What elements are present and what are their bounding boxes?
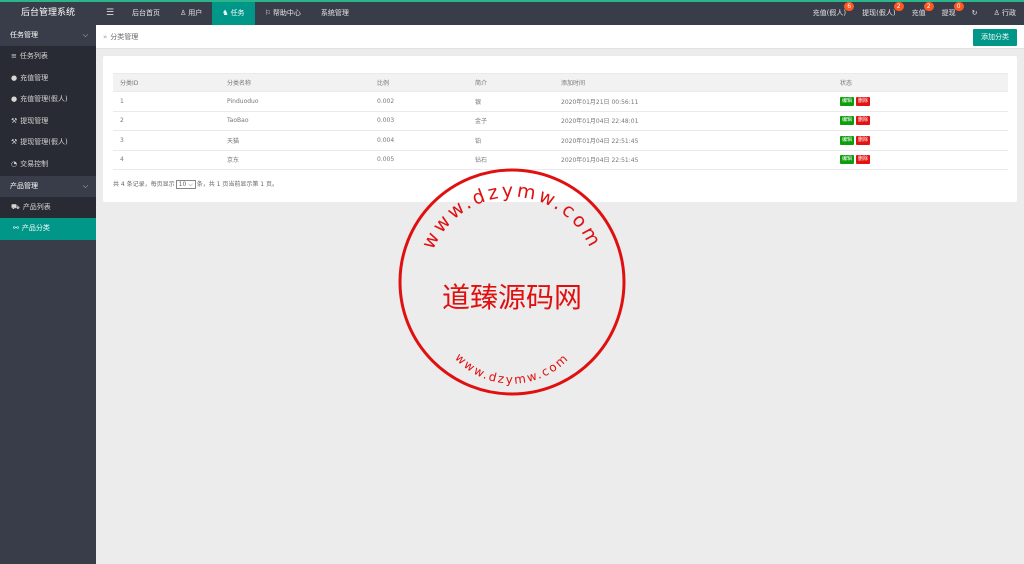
cart-icon: ⛟ (11, 202, 20, 211)
cell-time: 2020年01月04日 22:48:01 (554, 111, 833, 131)
edit-button[interactable]: 编辑 (840, 155, 855, 165)
edit-button[interactable]: 编辑 (840, 96, 855, 106)
nav-item-user[interactable]: ♙ 用户 (170, 2, 212, 25)
column-header: 分类名称 (220, 73, 370, 92)
cell-id: 1 (113, 91, 220, 112)
sidebar-group-product[interactable]: 产品管理 ⌵ (0, 175, 96, 197)
sidebar-item-product-list[interactable]: ⛟ 产品列表 (0, 196, 96, 219)
delete-button[interactable]: 删除 (856, 155, 871, 165)
cell-name: Pinduoduo (220, 91, 370, 112)
edit-button[interactable]: 编辑 (840, 116, 855, 126)
stamp-center-text: 道臻源码网 (442, 281, 582, 314)
sidebar-item-recharge[interactable]: ● 充值管理 (0, 67, 96, 90)
cell-name: 京东 (220, 150, 370, 170)
column-header: 比例 (370, 73, 468, 92)
cell-intro: 银 (468, 91, 554, 112)
breadcrumb-current: 分类管理 (110, 33, 139, 41)
user-icon: ♙ (180, 9, 187, 17)
cell-actions: 编辑 删除 (833, 130, 1008, 151)
delete-button[interactable]: 删除 (856, 96, 871, 106)
count-badge: 6 (844, 2, 855, 11)
table-header-row: 分类ID 分类名称 比例 简介 添加时间 状态 (113, 73, 1008, 92)
list-icon: ≡ (11, 52, 17, 60)
cell-id: 4 (113, 150, 220, 170)
hammer-icon: ⚒ (11, 116, 18, 125)
per-page-select[interactable]: 10 ⌵ (175, 180, 196, 189)
app-title: 后台管理系统 (20, 8, 75, 18)
cell-ratio: 0.002 (370, 91, 468, 112)
delete-button[interactable]: 删除 (856, 135, 871, 145)
add-category-button[interactable]: 添加分类 (973, 29, 1017, 46)
sidebar-item-withdraw-fake[interactable]: ⚒ 提现管理(假人) (0, 132, 96, 154)
count-badge: 2 (923, 2, 934, 11)
breadcrumb-bar: » 分类管理 添加分类 (96, 25, 1024, 49)
sidebar: 任务管理 ⌵ ≡ 任务列表 ● 充值管理 ● 充值管理(假人) ⚒ 提现管理 ⚒ 提现管理(… (0, 25, 96, 564)
refresh-icon[interactable]: ↻ (964, 2, 986, 25)
column-header: 状态 (833, 73, 1008, 92)
stamp-bottom-text: www.dzymw.com (452, 350, 571, 386)
cell-id: 3 (113, 130, 220, 151)
dashboard-icon: ◔ (11, 159, 18, 168)
cell-name: TaoBao (220, 111, 370, 131)
sidebar-item-product-category[interactable]: ⚯ 产品分类 (0, 218, 96, 240)
column-header: 简介 (468, 73, 554, 92)
link-icon: ⚯ (13, 224, 19, 233)
nav-recharge[interactable]: 充值 2 (904, 2, 934, 25)
category-table: 分类ID 分类名称 比例 简介 添加时间 状态 1 Pinduoduo 0.00… (113, 73, 1008, 170)
comment-icon: ● (11, 73, 18, 82)
pagination-info: 共 4 条记录，每页显示 10 ⌵ 条，共 1 页当前显示第 1 页。 (113, 180, 279, 189)
column-header: 分类ID (113, 73, 220, 92)
user-menu[interactable]: ♙ 行政 (985, 2, 1024, 25)
count-badge: 2 (893, 2, 904, 11)
chevron-down-icon: ⌵ (82, 31, 88, 39)
nav-recharge-fake[interactable]: 充值(假人) 6 (805, 2, 855, 25)
top-bar: 后台管理系统 ☰ 后台首页 ♙ 用户 ♞ 任务 ⚐ 帮助中心 系统管理 充值(假人) 6… (0, 0, 1024, 25)
delete-button[interactable]: 删除 (856, 116, 871, 126)
menu-icon[interactable]: ☰ (104, 2, 116, 25)
watermark-stamp: www.dzymw.com 道臻源码网 www.dzymw.com (398, 168, 626, 396)
breadcrumb: » 分类管理 (103, 25, 138, 49)
comment-icon: ● (11, 95, 18, 104)
cell-name: 天猫 (220, 130, 370, 151)
user-icon: ♙ (993, 9, 1002, 17)
sidebar-item-trade-control[interactable]: ◔ 交易控制 (0, 153, 96, 176)
top-nav: 后台首页 ♙ 用户 ♞ 任务 ⚐ 帮助中心 系统管理 (122, 2, 359, 25)
breadcrumb-separator: » (103, 33, 108, 41)
nav-item-task[interactable]: ♞ 任务 (212, 2, 255, 25)
cell-actions: 编辑 删除 (833, 150, 1008, 170)
table-row: 3 天猫 0.004 铂 2020年01月04日 22:51:45 编辑 删除 (113, 130, 1008, 151)
sidebar-item-recharge-fake[interactable]: ● 充值管理(假人) (0, 89, 96, 111)
cell-actions: 编辑 删除 (833, 91, 1008, 112)
table-row: 2 TaoBao 0.003 金子 2020年01月04日 22:48:01 编… (113, 111, 1008, 131)
sidebar-group-task[interactable]: 任务管理 ⌵ (0, 25, 96, 46)
cell-intro: 金子 (468, 111, 554, 131)
count-badge: 0 (953, 2, 964, 11)
right-nav: 充值(假人) 6 提现(假人) 2 充值 2 提现 0 ↻ ♙ 行政 (805, 2, 1024, 25)
sidebar-item-withdraw[interactable]: ⚒ 提现管理 (0, 110, 96, 133)
nav-item-system[interactable]: 系统管理 (311, 2, 359, 25)
cell-ratio: 0.004 (370, 130, 468, 151)
column-header: 添加时间 (554, 73, 833, 92)
nav-withdraw[interactable]: 提现 0 (934, 2, 964, 25)
hammer-icon: ⚒ (11, 138, 18, 147)
nav-withdraw-fake[interactable]: 提现(假人) 2 (854, 2, 904, 25)
edit-button[interactable]: 编辑 (840, 135, 855, 145)
nav-item-home[interactable]: 后台首页 (122, 2, 170, 25)
table-row: 1 Pinduoduo 0.002 银 2020年01月21日 00:56:11… (113, 91, 1008, 112)
task-icon: ♞ (222, 9, 229, 17)
sidebar-item-task-list[interactable]: ≡ 任务列表 (0, 46, 96, 68)
cell-intro: 铂 (468, 130, 554, 151)
cell-ratio: 0.003 (370, 111, 468, 131)
cell-id: 2 (113, 111, 220, 131)
cell-actions: 编辑 删除 (833, 111, 1008, 131)
cell-time: 2020年01月21日 00:56:11 (554, 91, 833, 112)
cell-time: 2020年01月04日 22:51:45 (554, 130, 833, 151)
chevron-down-icon: ⌵ (82, 181, 88, 190)
nav-item-help[interactable]: ⚐ 帮助中心 (255, 2, 311, 25)
flag-icon: ⚐ (264, 9, 271, 17)
